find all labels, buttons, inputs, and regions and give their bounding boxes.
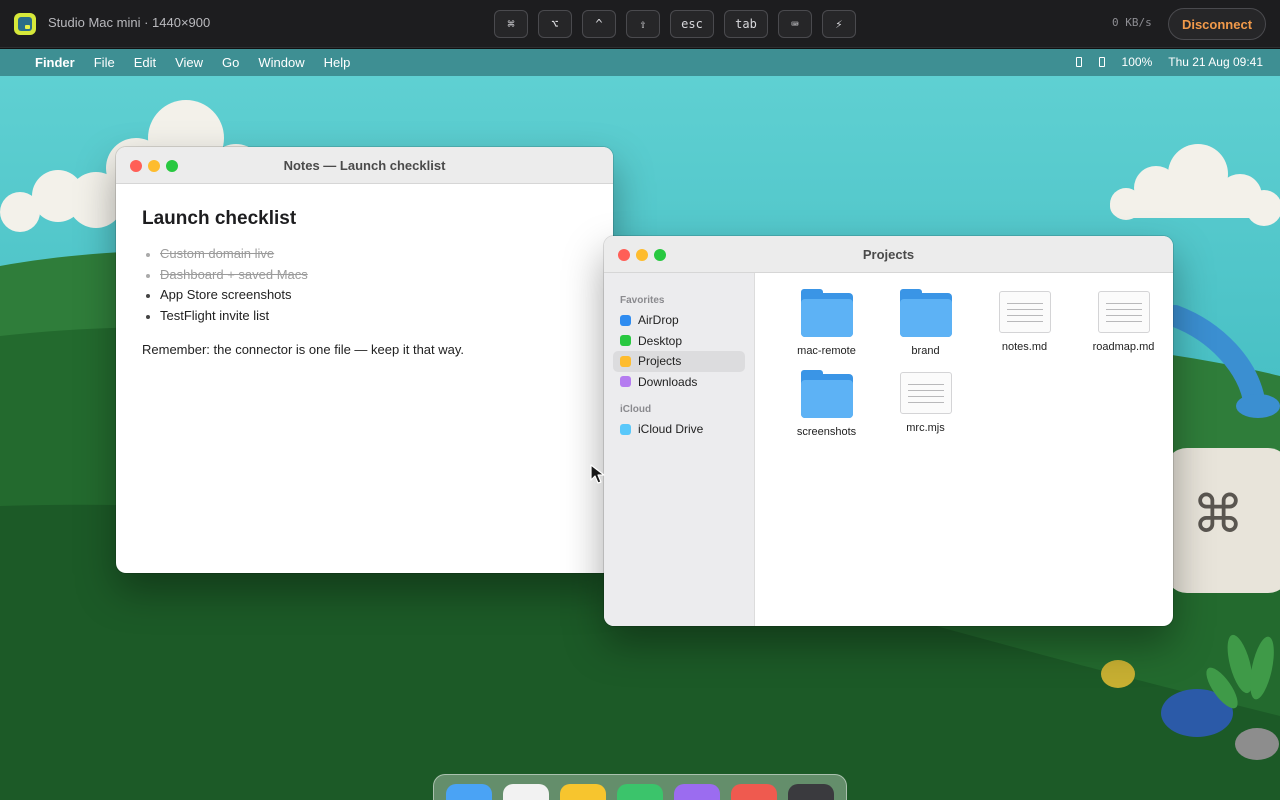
file-name: brand xyxy=(911,345,940,357)
status-indicator-icon[interactable] xyxy=(1075,57,1082,67)
sidebar-section-icloud: iCloud xyxy=(620,404,652,415)
file-grid: mac-remote brand notes.md roadmap.md scr… xyxy=(755,273,1173,626)
notes-titlebar[interactable]: Notes — Launch checklist xyxy=(116,147,613,184)
menu-app-finder[interactable]: Finder xyxy=(35,55,75,70)
menu-help[interactable]: Help xyxy=(324,55,351,70)
status-indicator-icon[interactable] xyxy=(1098,57,1105,67)
modifier-keys: ⌘ ⌥ ^ ⇧ esc tab ⌨ ⚡ xyxy=(494,10,856,38)
file-name: roadmap.md xyxy=(1092,341,1155,353)
sidebar-item-label: Projects xyxy=(638,354,682,369)
menu-clock[interactable]: Thu 21 Aug 09:41 xyxy=(1168,55,1263,69)
remote-toolbar: Studio Mac mini · 1440×900 ⌘ ⌥ ^ ⇧ esc t… xyxy=(0,0,1280,48)
notes-window[interactable]: Notes — Launch checklist Launch checklis… xyxy=(116,147,613,573)
folder-icon xyxy=(899,289,952,337)
disconnect-button[interactable]: Disconnect xyxy=(1168,8,1266,40)
checklist-item-done[interactable]: Dashboard + saved Macs xyxy=(146,265,587,286)
document-icon xyxy=(998,291,1051,333)
sidebar-item-label: iCloud Drive xyxy=(638,422,704,437)
power-button[interactable]: ⚡ xyxy=(822,10,856,38)
host-title: Studio Mac mini · 1440×900 xyxy=(48,15,211,30)
note-reminder: Remember: the connector is one file — ke… xyxy=(142,342,465,357)
file-item-notes-md[interactable]: notes.md xyxy=(975,287,1074,368)
battery-level[interactable]: 100% xyxy=(1122,55,1153,69)
airdrop-icon xyxy=(620,314,631,326)
checklist-item[interactable]: TestFlight invite list xyxy=(146,306,587,327)
control-key-button[interactable]: ^ xyxy=(582,10,616,38)
file-name: notes.md xyxy=(1001,341,1048,353)
folder-icon xyxy=(620,355,631,367)
dock-app-icon[interactable] xyxy=(731,784,777,800)
mouse-pointer-icon xyxy=(590,464,605,484)
file-name: mrc.mjs xyxy=(906,422,945,434)
window-title: Projects xyxy=(862,247,915,262)
cloud-icon xyxy=(620,423,631,435)
window-title: Notes — Launch checklist xyxy=(283,158,446,173)
sidebar-item-desktop[interactable]: Desktop xyxy=(613,331,745,352)
folder-icon xyxy=(800,289,853,337)
menu-window[interactable]: Window xyxy=(258,55,304,70)
tab-key-button[interactable]: tab xyxy=(724,10,768,38)
menu-file[interactable]: File xyxy=(94,55,115,70)
note-body[interactable]: Launch checklist Custom domain live Dash… xyxy=(116,184,613,381)
dock-app-icon[interactable] xyxy=(617,784,663,800)
keyboard-button[interactable]: ⌨ xyxy=(778,10,812,38)
folder-icon xyxy=(800,370,853,418)
menu-view[interactable]: View xyxy=(175,55,203,70)
document-icon xyxy=(1097,291,1150,333)
dock-app-icon[interactable] xyxy=(674,784,720,800)
sidebar-item-icloud-drive[interactable]: iCloud Drive xyxy=(613,419,745,440)
svg-text:⌘: ⌘ xyxy=(1192,485,1244,545)
mac-menu-bar: Finder File Edit View Go Window Help 100… xyxy=(0,49,1280,76)
sidebar-item-projects[interactable]: Projects xyxy=(613,351,745,372)
throughput-readout: 0 KB/s xyxy=(1112,16,1152,29)
finder-sidebar: Favorites AirDrop Desktop Projects Downl… xyxy=(604,273,755,626)
menu-go[interactable]: Go xyxy=(222,55,239,70)
downloads-icon xyxy=(620,376,631,388)
sidebar-item-label: AirDrop xyxy=(638,313,679,328)
sidebar-item-label: Desktop xyxy=(638,333,683,348)
file-item-mac-remote[interactable]: mac-remote xyxy=(777,287,876,368)
dock-app-icon[interactable] xyxy=(503,784,549,800)
command-key-button[interactable]: ⌘ xyxy=(494,10,528,38)
dock-app-icon[interactable] xyxy=(560,784,606,800)
menu-edit[interactable]: Edit xyxy=(134,55,156,70)
file-name: screenshots xyxy=(796,426,857,438)
file-item-roadmap-md[interactable]: roadmap.md xyxy=(1074,287,1173,368)
checklist: Custom domain live Dashboard + saved Mac… xyxy=(146,244,587,327)
checklist-item[interactable]: App Store screenshots xyxy=(146,285,587,306)
finder-titlebar[interactable]: Projects xyxy=(604,236,1173,273)
note-heading: Launch checklist xyxy=(142,208,297,229)
shift-key-button[interactable]: ⇧ xyxy=(626,10,660,38)
document-icon xyxy=(899,372,952,414)
dock xyxy=(433,774,847,800)
desktop-icon xyxy=(620,335,631,347)
file-item-brand[interactable]: brand xyxy=(876,287,975,368)
finder-window[interactable]: Projects Favorites AirDrop Desktop Proje… xyxy=(604,236,1173,626)
file-item-screenshots[interactable]: screenshots xyxy=(777,368,876,449)
file-name: mac-remote xyxy=(797,345,856,357)
dock-app-icon[interactable] xyxy=(446,784,492,800)
file-item-mrc-mjs[interactable]: mrc.mjs xyxy=(876,368,975,449)
sidebar-section-favorites: Favorites xyxy=(620,295,665,306)
option-key-button[interactable]: ⌥ xyxy=(538,10,572,38)
sidebar-item-airdrop[interactable]: AirDrop xyxy=(613,310,745,331)
sidebar-item-downloads[interactable]: Downloads xyxy=(613,372,745,393)
sidebar-item-label: Downloads xyxy=(638,374,698,389)
checklist-item-done[interactable]: Custom domain live xyxy=(146,244,587,265)
app-logo-icon xyxy=(14,13,36,35)
esc-key-button[interactable]: esc xyxy=(670,10,714,38)
dock-app-icon[interactable] xyxy=(788,784,834,800)
